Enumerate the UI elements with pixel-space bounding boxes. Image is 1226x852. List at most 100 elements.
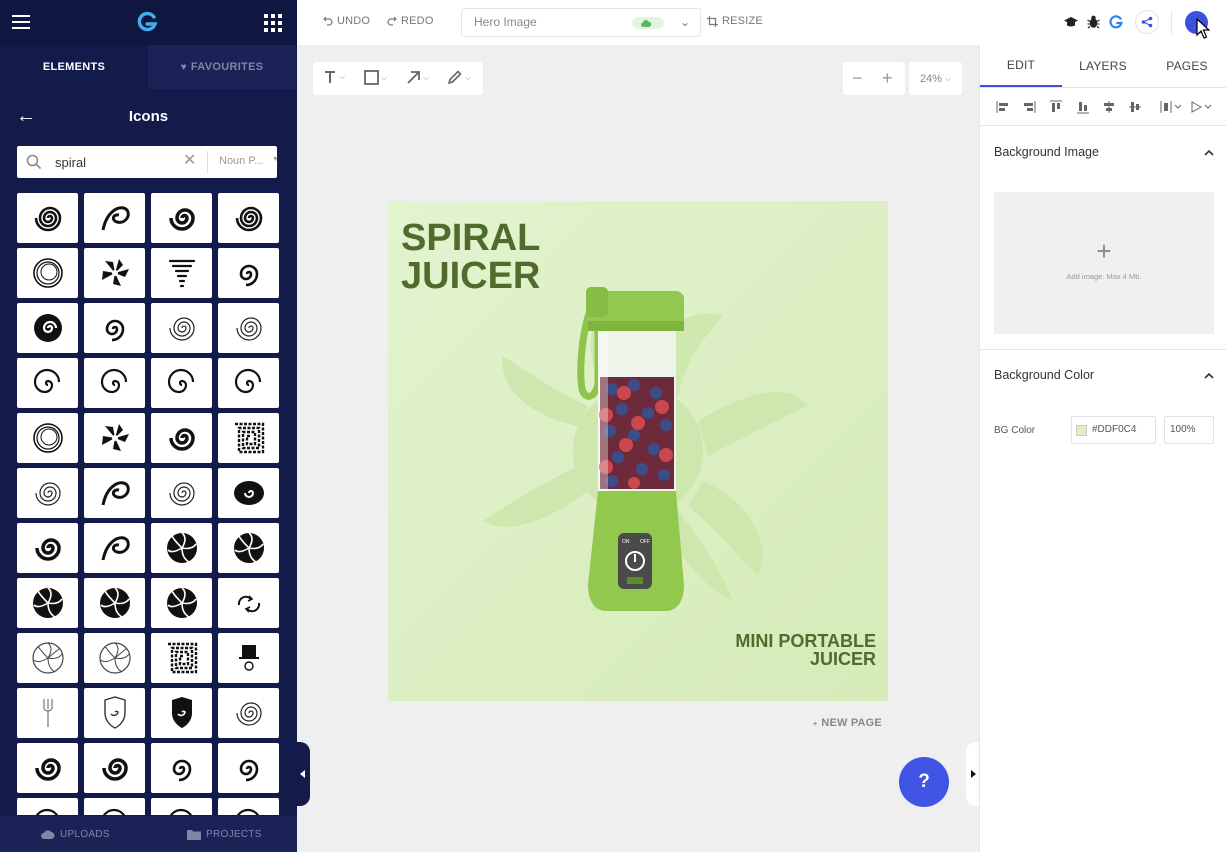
icon-result-tile[interactable]	[151, 633, 212, 683]
tab-elements[interactable]: ELEMENTS	[0, 45, 148, 89]
background-image-dropzone[interactable]: + Add image. Max 4 Mb.	[994, 192, 1214, 334]
icon-result-tile[interactable]	[218, 468, 279, 518]
bg-opacity-input[interactable]	[1170, 424, 1210, 435]
chevron-up-icon[interactable]	[1204, 371, 1214, 381]
icon-result-tile[interactable]	[17, 798, 78, 815]
redo-button[interactable]: REDO	[387, 15, 434, 27]
zoom-level-select[interactable]: 24% ⌵	[909, 62, 962, 95]
icon-result-tile[interactable]	[218, 523, 279, 573]
color-swatch[interactable]	[1076, 425, 1087, 436]
icon-result-tile[interactable]	[218, 578, 279, 628]
chevron-down-icon[interactable]: ⌄	[680, 15, 690, 29]
icon-result-tile[interactable]	[151, 578, 212, 628]
icon-result-tile[interactable]	[151, 798, 212, 815]
icon-result-tile[interactable]	[218, 303, 279, 353]
icon-result-tile[interactable]	[151, 193, 212, 243]
juicer-product-image[interactable]: ON OFF	[576, 285, 696, 621]
icon-result-tile[interactable]	[17, 468, 78, 518]
icon-result-tile[interactable]	[84, 688, 145, 738]
align-right-icon[interactable]	[1022, 100, 1036, 114]
bug-icon[interactable]	[1083, 12, 1103, 32]
collapse-left-panel-handle[interactable]	[297, 742, 310, 806]
position-icon[interactable]	[1190, 100, 1214, 114]
icon-result-tile[interactable]	[17, 303, 78, 353]
menu-icon[interactable]	[12, 15, 30, 29]
icon-result-tile[interactable]	[84, 303, 145, 353]
google-icon[interactable]	[1106, 12, 1126, 32]
icon-result-tile[interactable]	[84, 578, 145, 628]
icon-result-tile[interactable]	[151, 743, 212, 793]
clear-search-icon[interactable]: ✕	[183, 153, 196, 169]
draw-tool[interactable]: ⌵	[447, 70, 471, 85]
design-title[interactable]: SPIRAL JUICER	[401, 219, 601, 295]
icon-result-tile[interactable]	[84, 798, 145, 815]
align-top-icon[interactable]	[1049, 100, 1063, 114]
line-tool[interactable]: ⌵	[406, 70, 429, 85]
icon-result-tile[interactable]	[84, 743, 145, 793]
collapse-right-panel-handle[interactable]	[966, 742, 979, 806]
icon-result-tile[interactable]	[84, 633, 145, 683]
document-name-input[interactable]	[474, 15, 624, 29]
icon-result-tile[interactable]	[17, 743, 78, 793]
align-middle-icon[interactable]	[1128, 100, 1142, 114]
icon-result-tile[interactable]	[218, 798, 279, 815]
icon-result-tile[interactable]	[17, 248, 78, 298]
bg-color-input[interactable]	[1092, 424, 1152, 435]
icon-result-tile[interactable]	[17, 523, 78, 573]
align-left-icon[interactable]	[996, 100, 1010, 114]
icon-result-tile[interactable]	[84, 468, 145, 518]
tab-edit[interactable]: EDIT	[980, 45, 1062, 87]
tab-pages[interactable]: PAGES	[1146, 45, 1226, 87]
share-button[interactable]	[1135, 10, 1159, 34]
icon-result-tile[interactable]	[218, 193, 279, 243]
icon-result-tile[interactable]	[17, 358, 78, 408]
icon-result-tile[interactable]	[218, 633, 279, 683]
icon-result-tile[interactable]	[151, 468, 212, 518]
icon-result-tile[interactable]	[84, 358, 145, 408]
chevron-up-icon[interactable]	[1204, 148, 1214, 158]
icon-result-tile[interactable]	[151, 248, 212, 298]
icon-source-select[interactable]: Noun P...	[219, 155, 263, 167]
icon-result-tile[interactable]	[17, 193, 78, 243]
shape-tool[interactable]: ⌵	[364, 70, 387, 85]
icon-result-tile[interactable]	[17, 578, 78, 628]
tab-favourites[interactable]: ♥ FAVOURITES	[148, 45, 296, 89]
bg-color-field[interactable]	[1071, 416, 1156, 444]
tab-layers[interactable]: LAYERS	[1062, 45, 1144, 87]
icon-result-tile[interactable]	[17, 688, 78, 738]
icon-result-tile[interactable]	[84, 248, 145, 298]
graduation-cap-icon[interactable]	[1061, 12, 1081, 32]
icon-result-tile[interactable]	[218, 688, 279, 738]
new-page-button[interactable]: + NEW PAGE	[813, 717, 882, 729]
apps-grid-icon[interactable]	[264, 14, 282, 32]
icon-result-tile[interactable]	[218, 413, 279, 463]
icon-result-tile[interactable]	[218, 743, 279, 793]
icon-result-tile[interactable]	[84, 523, 145, 573]
icon-result-tile[interactable]	[218, 248, 279, 298]
logo-icon[interactable]	[136, 11, 158, 33]
icon-result-tile[interactable]	[84, 413, 145, 463]
design-subtitle[interactable]: MINI PORTABLE JUICER	[726, 632, 876, 668]
align-center-icon[interactable]	[1102, 100, 1116, 114]
zoom-out-button[interactable]: −	[852, 68, 863, 89]
projects-button[interactable]: PROJECTS	[187, 816, 262, 852]
icon-result-tile[interactable]	[151, 523, 212, 573]
text-tool[interactable]: ⌵	[323, 70, 345, 84]
distribute-icon[interactable]	[1160, 100, 1184, 114]
icon-result-tile[interactable]	[151, 688, 212, 738]
icon-result-tile[interactable]	[151, 358, 212, 408]
resize-button[interactable]: RESIZE	[707, 15, 763, 27]
icon-result-tile[interactable]	[17, 633, 78, 683]
align-bottom-icon[interactable]	[1076, 100, 1090, 114]
help-button[interactable]: ?	[899, 757, 949, 807]
search-input[interactable]	[55, 153, 165, 171]
zoom-in-button[interactable]: +	[882, 68, 893, 89]
icon-result-tile[interactable]	[84, 193, 145, 243]
icon-result-tile[interactable]	[151, 413, 212, 463]
icon-result-tile[interactable]	[218, 358, 279, 408]
undo-button[interactable]: UNDO	[323, 15, 370, 27]
icon-result-tile[interactable]	[17, 413, 78, 463]
design-canvas[interactable]: SPIRAL JUICER MINI PORTABLE JUICER ON OF…	[388, 201, 888, 701]
bg-opacity-field[interactable]	[1164, 416, 1214, 444]
icon-result-tile[interactable]	[151, 303, 212, 353]
